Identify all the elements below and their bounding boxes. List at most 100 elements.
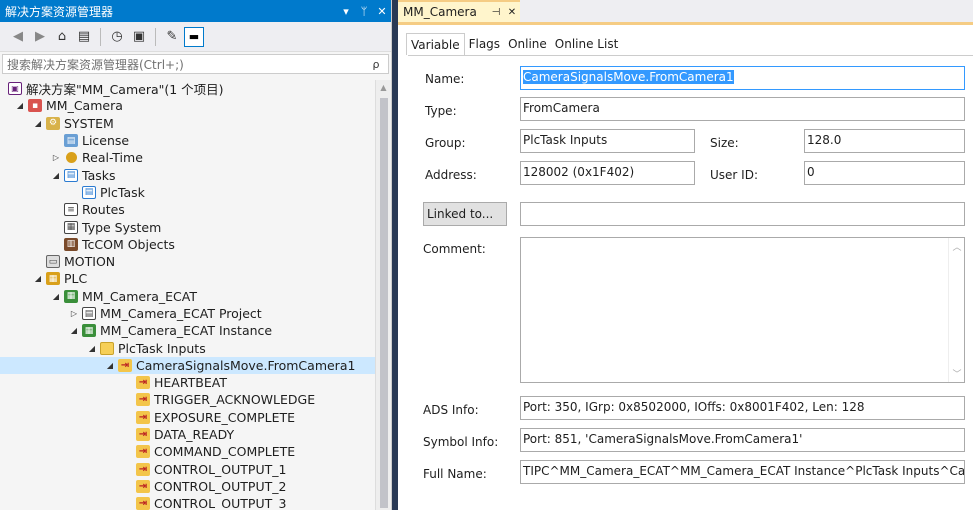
- collapse-icon[interactable]: ◢: [102, 361, 118, 370]
- collapse-icon[interactable]: ◢: [84, 344, 100, 353]
- switch-views-icon[interactable]: ▤: [74, 27, 94, 47]
- close-icon[interactable]: ✕: [504, 7, 520, 18]
- tree-item-label: Routes: [82, 202, 125, 218]
- tree-row[interactable]: ⇥ EXPOSURE_COMPLETE: [0, 409, 375, 426]
- tree-row[interactable]: ◢ ▦ MM_Camera_ECAT Instance: [0, 322, 375, 339]
- scroll-up-icon[interactable]: ︿: [949, 240, 965, 253]
- property-tabs: Variable Flags Online Online List: [406, 33, 622, 55]
- tree-row[interactable]: ◢ ▪ MM_Camera: [0, 97, 375, 114]
- collapse-icon[interactable]: ◢: [12, 101, 28, 110]
- document-tab-title: MM_Camera: [403, 5, 477, 19]
- group-field[interactable]: PlcTask Inputs: [520, 129, 695, 153]
- tree-row[interactable]: ⇥ HEARTBEAT: [0, 374, 375, 391]
- tree-row[interactable]: ▥ TcCOM Objects: [0, 236, 375, 253]
- tab-flags[interactable]: Flags: [465, 33, 504, 55]
- collapse-all-icon[interactable]: ▣: [129, 27, 149, 47]
- tree-row[interactable]: ▤ PlcTask: [0, 184, 375, 201]
- name-field[interactable]: CameraSignalsMove.FromCamera1: [520, 66, 965, 90]
- tab-online-list[interactable]: Online List: [551, 33, 623, 55]
- plc-instance-icon: ▦: [82, 324, 96, 338]
- tree-row[interactable]: ≡ Routes: [0, 201, 375, 218]
- tree-item-label: Type System: [82, 219, 162, 235]
- tree-item-label: MOTION: [64, 254, 116, 270]
- tree-row[interactable]: ⇥ TRIGGER_ACKNOWLEDGE: [0, 391, 375, 408]
- ads-info-field[interactable]: Port: 350, IGrp: 0x8502000, IOffs: 0x800…: [520, 396, 965, 420]
- realtime-icon: [66, 152, 77, 164]
- forward-icon[interactable]: ▶: [30, 27, 50, 47]
- tree-row[interactable]: ▣ 解决方案"MM_Camera"(1 个项目): [0, 80, 375, 97]
- document-tab[interactable]: MM_Camera ⊣ ✕: [398, 0, 520, 22]
- tree-row[interactable]: ◢ PlcTask Inputs: [0, 339, 375, 356]
- variable-icon: ⇥: [136, 393, 150, 407]
- full-name-field[interactable]: TIPC^MM_Camera_ECAT^MM_Camera_ECAT Insta…: [520, 460, 965, 484]
- tree-row[interactable]: ⇥ COMMAND_COMPLETE: [0, 443, 375, 460]
- tree-row[interactable]: ▦ Type System: [0, 218, 375, 235]
- collapse-icon[interactable]: ◢: [30, 119, 46, 128]
- name-label: Name:: [425, 72, 465, 86]
- size-field[interactable]: 128.0: [804, 129, 965, 153]
- preview-icon[interactable]: ▬: [184, 26, 204, 47]
- folder-icon: [100, 341, 114, 355]
- symbol-info-field[interactable]: Port: 851, 'CameraSignalsMove.FromCamera…: [520, 428, 965, 452]
- collapse-icon[interactable]: ◢: [48, 292, 64, 301]
- tree-item-label: PlcTask: [100, 184, 145, 200]
- pin-icon[interactable]: ⊣: [488, 7, 504, 18]
- tree-row[interactable]: ▭ MOTION: [0, 253, 375, 270]
- collapse-icon[interactable]: ◢: [48, 171, 64, 180]
- pin-icon[interactable]: ᛘ: [355, 5, 373, 18]
- userid-field[interactable]: 0: [804, 161, 965, 185]
- tree-row[interactable]: ◢ ▦ MM_Camera_ECAT: [0, 288, 375, 305]
- expand-icon[interactable]: ▷: [66, 309, 82, 318]
- size-label: Size:: [710, 136, 739, 150]
- ads-info-label: ADS Info:: [423, 403, 479, 417]
- linked-field[interactable]: [520, 202, 965, 226]
- tree-row[interactable]: ⇥ CONTROL_OUTPUT_3: [0, 495, 375, 510]
- tree-scrollbar[interactable]: ▲: [375, 80, 391, 510]
- expand-icon[interactable]: ▷: [48, 153, 64, 162]
- home-icon[interactable]: ⌂: [52, 27, 72, 47]
- routes-icon: ≡: [64, 203, 78, 217]
- variable-icon: ⇥: [136, 479, 150, 493]
- properties-icon[interactable]: ✎: [162, 27, 182, 47]
- variable-icon: ⇥: [136, 497, 150, 510]
- tree-row[interactable]: ◢ ▤ Tasks: [0, 166, 375, 183]
- type-system-icon: ▦: [64, 220, 78, 234]
- solution-explorer-toolbar: ◀ ▶ ⌂ ▤ ◷ ▣ ✎ ▬: [0, 22, 391, 52]
- plc-project-icon: ▦: [64, 289, 78, 303]
- linked-to-button[interactable]: Linked to...: [423, 202, 507, 226]
- variable-icon: ⇥: [136, 428, 150, 442]
- comment-textarea[interactable]: ︿ ﹀: [520, 237, 965, 383]
- task-icon: ▤: [82, 185, 96, 199]
- scroll-down-icon[interactable]: ﹀: [949, 367, 965, 380]
- comment-scrollbar[interactable]: ︿ ﹀: [948, 238, 964, 382]
- history-icon[interactable]: ◷: [107, 27, 127, 47]
- tree-row[interactable]: ⇥ DATA_READY: [0, 426, 375, 443]
- tree-row[interactable]: ▷ Real-Time: [0, 149, 375, 166]
- address-label: Address:: [425, 168, 477, 182]
- plc-icon: ▦: [46, 272, 60, 286]
- document-area: MM_Camera ⊣ ✕ Variable Flags Online Onli…: [398, 0, 973, 510]
- address-field[interactable]: 128002 (0x1F402): [520, 161, 695, 185]
- dropdown-icon[interactable]: ▾: [337, 5, 355, 18]
- search-icon[interactable]: ρ: [364, 58, 388, 71]
- tree-item-label: DATA_READY: [154, 427, 235, 443]
- tree-row[interactable]: ▤ License: [0, 132, 375, 149]
- tab-variable[interactable]: Variable: [406, 33, 465, 55]
- close-icon[interactable]: ✕: [373, 5, 391, 18]
- search-input[interactable]: 搜索解决方案资源管理器(Ctrl+;) ρ: [2, 54, 389, 74]
- tree-row[interactable]: ⇥ CONTROL_OUTPUT_1: [0, 461, 375, 478]
- solution-tree: ▣ 解决方案"MM_Camera"(1 个项目) ◢ ▪ MM_Camera ◢ ⚙ SYST…: [0, 80, 375, 510]
- tab-online[interactable]: Online: [504, 33, 551, 55]
- collapse-icon[interactable]: ◢: [66, 326, 82, 335]
- scrollbar-thumb[interactable]: [380, 98, 388, 508]
- scroll-up-icon[interactable]: ▲: [376, 80, 391, 96]
- tree-row-selected[interactable]: ◢ ⇥ CameraSignalsMove.FromCamera1: [0, 356, 375, 375]
- back-icon[interactable]: ◀: [8, 27, 28, 47]
- collapse-icon[interactable]: ◢: [30, 274, 46, 283]
- tree-row[interactable]: ◢ ▦ PLC: [0, 270, 375, 287]
- type-field[interactable]: FromCamera: [520, 97, 965, 121]
- tree-row[interactable]: ◢ ⚙ SYSTEM: [0, 115, 375, 132]
- tree-row[interactable]: ⇥ CONTROL_OUTPUT_2: [0, 478, 375, 495]
- tree-row[interactable]: ▷ ▤ MM_Camera_ECAT Project: [0, 305, 375, 322]
- license-icon: ▤: [64, 134, 78, 148]
